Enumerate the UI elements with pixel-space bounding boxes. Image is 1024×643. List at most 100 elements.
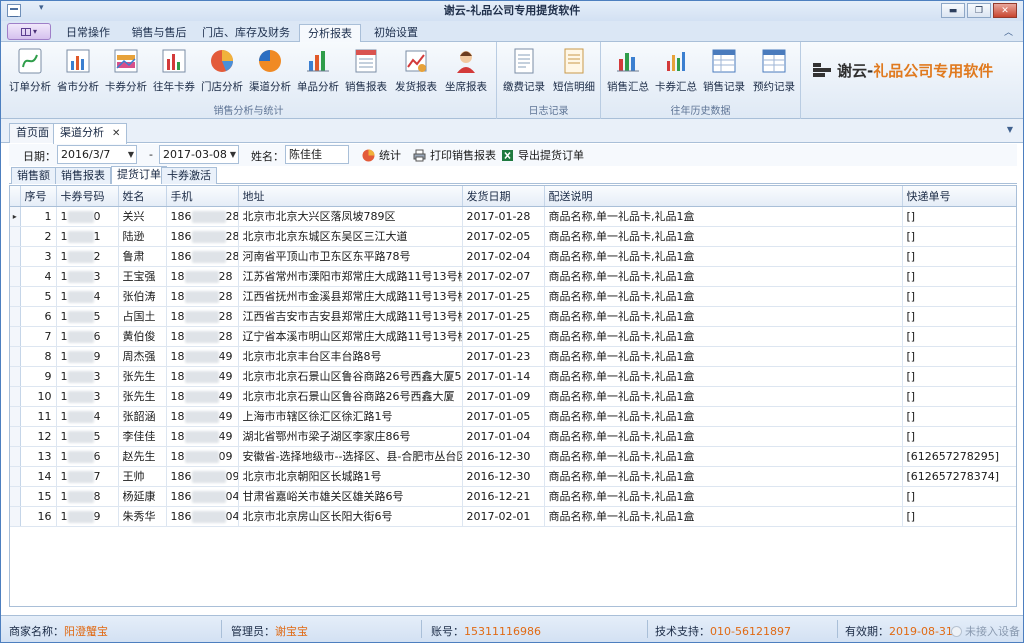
application-menu-button[interactable]: ▾ <box>7 23 51 40</box>
minimize-button[interactable]: ▬ <box>941 3 965 18</box>
stat-button[interactable]: 统计 <box>362 147 401 163</box>
cell-no: 4 <box>20 266 57 287</box>
tab-analysis-reports[interactable]: 分析报表 <box>299 24 361 43</box>
table-row[interactable]: 11 1 4 张韶涵 18 49 上海市市辖区徐汇区徐汇路1号 2017-01-05 商品名称,… <box>10 406 1016 427</box>
order-analysis-button[interactable]: 订单分析 <box>7 45 53 101</box>
store-analysis-button[interactable]: 门店分析 <box>199 45 245 101</box>
redacted-mask <box>67 410 94 423</box>
table-row[interactable]: 1619朱秀华186049北京市北京房山区长阳大街6号2017-02-01商品名… <box>10 506 1016 527</box>
cell-card-no: 17 <box>56 466 119 487</box>
table-row[interactable]: 615占国土1828江西省吉安市吉安县郑常庄大成路11号13号楼312...20… <box>10 306 1016 327</box>
shipping-report-button[interactable]: 发货报表 <box>393 45 439 101</box>
close-tab-icon[interactable]: ✕ <box>112 128 120 139</box>
cell-name: 王宝强 <box>118 266 167 287</box>
header-ship-date[interactable]: 发货日期 <box>462 186 545 207</box>
table-row[interactable]: 514张伯涛1828江西省抚州市金溪县郑常庄大成路11号13号楼312...20… <box>10 286 1016 307</box>
channel-analysis-button[interactable]: 渠道分析 <box>247 45 293 101</box>
cell-delivery-note: 商品名称,单一礼品卡,礼品1盒 <box>544 286 903 307</box>
table-row[interactable]: 10 1 3 张先生 18 49 北京市北京石景山区鲁谷商路26号西鑫大厦 2017-01-0… <box>10 386 1016 407</box>
cell-delivery-note: 商品名称,单一礼品卡,礼品1盒 <box>544 326 903 347</box>
sales-report-button[interactable]: 销售报表 <box>343 45 389 101</box>
cell-no: 7 <box>20 326 57 347</box>
order-analysis-label: 订单分析 <box>9 81 51 93</box>
date-from-picker[interactable]: 2016/3/7 ▼ <box>57 145 137 164</box>
card-summary-button[interactable]: 卡券汇总 <box>653 45 699 101</box>
card-no-suffix: 3 <box>93 269 101 283</box>
header-name[interactable]: 姓名 <box>118 186 167 207</box>
table-row[interactable]: 211陆逊18628北京市北京东城区东吴区三江大道2017-02-05商品名称,… <box>10 226 1016 247</box>
redacted-mask <box>191 250 226 263</box>
restore-button[interactable]: ❐ <box>967 3 991 18</box>
close-button[interactable]: ✕ <box>993 3 1017 18</box>
ribbon-tab-bar: ▾ 日常操作 销售与售后 门店、库存及财务 分析报表 初始设置 ︿ <box>1 21 1023 43</box>
print-report-button[interactable]: 打印销售报表 <box>413 147 496 163</box>
cell-address: 北京市北京房山区长阳大街6号 <box>238 506 463 527</box>
subtab-card-activation[interactable]: 卡券激活 <box>161 167 217 184</box>
table-row[interactable]: 9 1 3 张先生 18 49 北京市北京石景山区鲁谷商路26号西鑫大厦5 2017-01-1… <box>10 366 1016 387</box>
phone-suffix: 28 <box>225 209 238 223</box>
table-row[interactable]: 8 1 9 周杰强 18 49 北京市北京丰台区丰台路8号 2017-01-23 商品名称,单一… <box>10 346 1016 367</box>
redacted-mask <box>184 370 219 383</box>
card-no-suffix: 6 <box>93 449 101 463</box>
table-row[interactable]: 312鲁肃18628河南省平顶山市卫东区东平路78号2017-02-04商品名称… <box>10 246 1016 267</box>
name-input[interactable]: 陈佳佳 <box>285 145 349 164</box>
card-analysis-button[interactable]: 卡券分析 <box>103 45 149 101</box>
sms-detail-button[interactable]: 短信明细 <box>551 45 597 101</box>
cell-address: 上海市市辖区徐汇区徐汇路1号 <box>238 406 463 427</box>
phone-suffix: 49 <box>218 409 233 423</box>
table-row[interactable]: 1417王帅18609北京市北京朝阳区长城路1号2016-12-30商品名称,单… <box>10 466 1016 487</box>
header-phone[interactable]: 手机 <box>166 186 239 207</box>
subtab-pickup-orders[interactable]: 提货订单 <box>111 166 167 184</box>
table-row[interactable]: ▸110关兴18628北京市北京大兴区落凤坡789区2017-01-28商品名称… <box>10 206 1016 227</box>
header-no[interactable]: 序号 <box>20 186 57 207</box>
payment-log-button[interactable]: 缴费记录 <box>501 45 547 101</box>
table-row[interactable]: 1316赵先生1809安徽省-选择地级市--选择区、县-合肥市丛台区幸...20… <box>10 446 1016 467</box>
item-analysis-label: 单品分析 <box>297 81 339 93</box>
cell-ship-date: 2016-12-21 <box>462 486 545 507</box>
tab-list-dropdown-icon[interactable]: ▼ <box>1007 125 1013 134</box>
header-delivery-note[interactable]: 配送说明 <box>544 186 903 207</box>
card-no-suffix: 6 <box>93 329 101 343</box>
header-tracking-no[interactable]: 快递单号 <box>902 186 1016 207</box>
tab-sales-service[interactable]: 销售与售后 <box>125 24 193 42</box>
doc-tab-channel-analysis[interactable]: 渠道分析 ✕ <box>53 123 128 144</box>
table-row[interactable]: 1518杨延康186049甘肃省嘉峪关市雄关区雄关路6号2016-12-21商品… <box>10 486 1016 507</box>
subtab-sales-amount[interactable]: 销售额 <box>11 167 56 184</box>
tab-store-finance[interactable]: 门店、库存及财务 <box>197 24 295 42</box>
tab-initial-settings[interactable]: 初始设置 <box>365 24 427 42</box>
tab-daily[interactable]: 日常操作 <box>57 24 119 42</box>
sales-record-button[interactable]: 销售记录 <box>701 45 747 101</box>
brand-logo: 谢云-礼品公司专用软件 <box>813 58 1013 82</box>
header-card-no[interactable]: 卡券号码 <box>56 186 119 207</box>
date-to-picker[interactable]: 2017-03-08 ▼ <box>159 145 239 164</box>
appointment-record-button[interactable]: 预约记录 <box>751 45 797 101</box>
cell-tracking-no: [] <box>902 246 1016 267</box>
item-analysis-button[interactable]: 单品分析 <box>295 45 341 101</box>
sales-summary-button[interactable]: 销售汇总 <box>605 45 651 101</box>
province-analysis-button[interactable]: 省市分析 <box>55 45 101 101</box>
cell-address: 北京市北京丰台区丰台路8号 <box>238 346 463 367</box>
ribbon-collapse-icon[interactable]: ︿ <box>1004 25 1013 38</box>
header-address[interactable]: 地址 <box>238 186 463 207</box>
table-row[interactable]: 413王宝强1828江苏省常州市溧阳市郑常庄大成路11号13号楼312...20… <box>10 266 1016 287</box>
phone-suffix: 28 <box>218 289 233 303</box>
past-cards-button[interactable]: 往年卡券 <box>151 45 197 101</box>
cell-address: 江苏省常州市溧阳市郑常庄大成路11号13号楼312... <box>238 266 463 287</box>
cell-name: 张伯涛 <box>118 286 167 307</box>
export-orders-button[interactable]: 导出提货订单 <box>501 147 584 163</box>
redacted-mask <box>67 290 94 303</box>
card-no-prefix: 1 <box>60 489 68 503</box>
group-logs: 缴费记录 短信明细 日志记录 <box>497 42 601 119</box>
table-row[interactable]: 12 1 5 李佳佳 18 49 湖北省鄂州市梁子湖区李家庄86号 2017-01-04 商品名… <box>10 426 1016 447</box>
cell-ship-date: 2017-01-23 <box>462 346 545 367</box>
cell-phone: 186 28 <box>166 206 239 227</box>
status-device: 未接入设备 <box>951 623 1020 639</box>
row-indicator: ▸ <box>10 206 21 227</box>
agent-report-icon <box>457 51 475 73</box>
doc-tab-home[interactable]: 首页面 <box>9 123 56 143</box>
cell-card-no: 16 <box>56 446 119 467</box>
agent-report-button[interactable]: 坐席报表 <box>443 45 489 101</box>
subtab-sales-report[interactable]: 销售报表 <box>55 167 111 184</box>
card-no-prefix: 1 <box>60 229 68 243</box>
table-row[interactable]: 716黄伯俊1828辽宁省本溪市明山区郑常庄大成路11号13号楼312...20… <box>10 326 1016 347</box>
